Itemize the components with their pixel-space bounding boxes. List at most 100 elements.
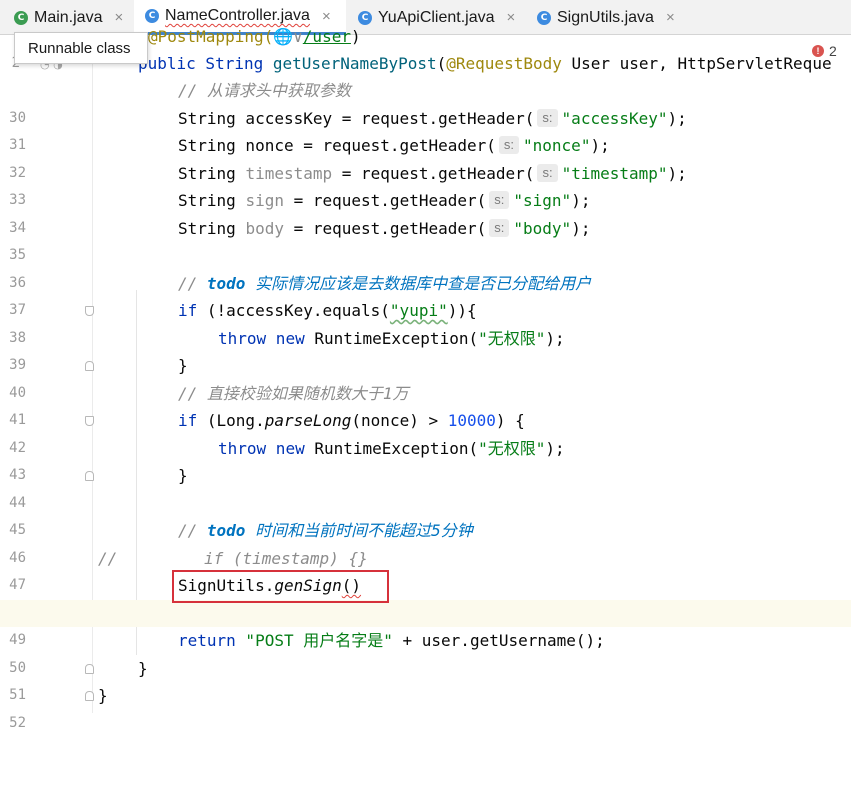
todo-keyword: todo — [206, 521, 246, 540]
problems-count: 2 — [829, 43, 837, 59]
code-token: String nonce = request.getHeader( — [178, 136, 496, 155]
string-token: /user — [302, 27, 351, 46]
code-token: = request.getHeader( — [283, 218, 487, 238]
method-name: getUserNameByPost — [272, 54, 437, 73]
code-token: ( — [436, 54, 447, 73]
code-line[interactable]: 33 String timestamp = request.getHeader(… — [0, 160, 851, 208]
code-line[interactable]: 43 throw new RuntimeException("无权限"); — [0, 435, 851, 484]
unused-variable: timestamp — [245, 163, 333, 183]
code-line[interactable]: 44 } — [0, 462, 851, 511]
fold-icon[interactable] — [85, 691, 94, 701]
code-line[interactable]: 52 } — [0, 682, 851, 731]
code-token: String accessKey = request.getHeader( — [178, 108, 535, 128]
keyword-token: new — [266, 328, 305, 348]
tooltip-text: Runnable class — [28, 39, 131, 57]
static-method: parseLong — [264, 411, 352, 430]
code-text: String timestamp = request.getHeader(s: "… — [178, 160, 687, 188]
code-line[interactable]: 32 String nonce = request.getHeader(s: "n… — [0, 132, 851, 181]
code-line[interactable]: 48 SignUtils.genSign() — [0, 572, 851, 621]
highlight-box — [172, 570, 389, 603]
code-token: )){ — [447, 301, 477, 320]
code-line[interactable]: 41 // 直接校验如果随机数大于1万 — [0, 380, 851, 429]
code-text: if (!accessKey.equals("yupi")){ — [178, 297, 477, 325]
closing-brace: } — [98, 686, 108, 705]
comment: // 直接校验如果随机数大于1万 — [178, 383, 409, 403]
parameter-hint: s: — [537, 163, 558, 182]
code-token: ); — [545, 438, 565, 458]
code-token: (nonce) > — [351, 411, 448, 430]
closing-brace: } — [178, 466, 188, 485]
code-token: ) — [350, 27, 361, 46]
closing-brace: } — [138, 658, 148, 678]
code-text: public String getUserNameByPost(@Request… — [138, 50, 832, 78]
code-line[interactable]: 37 // todo 实际情况应该是去数据库中查是否已分配给用户 — [0, 270, 851, 319]
code-token: ); — [545, 328, 565, 348]
fold-icon[interactable] — [85, 663, 94, 674]
close-icon[interactable]: × — [322, 8, 331, 25]
fold-icon[interactable] — [85, 471, 94, 481]
code-text: String body = request.getHeader(s: "body"… — [178, 215, 590, 243]
code-token: String — [178, 218, 246, 238]
comment: // — [178, 521, 207, 540]
todo-text: 时间和当前时间不能超过5分钟 — [245, 521, 473, 540]
code-line[interactable]: 40 } — [0, 352, 851, 401]
code-line[interactable]: 46 // todo 时间和当前时间不能超过5分钟 — [0, 517, 851, 566]
string-token: "无权限" — [478, 328, 546, 348]
code-line[interactable]: 47 // if (timestamp) {} — [0, 545, 851, 594]
parameter-hint: s: — [489, 218, 510, 237]
code-line[interactable]: 36 — [0, 242, 851, 291]
parameter-hint: s: — [498, 136, 520, 154]
comment: // 从请求头中获取参数 — [178, 81, 351, 100]
code-token: ) { — [495, 411, 525, 430]
code-line[interactable]: 50 return "POST 用户名字是" + user.getUsernam… — [0, 627, 851, 676]
fold-icon[interactable] — [85, 361, 94, 371]
code-token: String — [178, 191, 246, 210]
code-text: String sign = request.getHeader(s: "sign"… — [178, 187, 590, 215]
code-text: throw new RuntimeException("无权限"); — [218, 325, 565, 353]
string-token: "POST 用户名字是" — [235, 631, 393, 650]
code-token: User user, HttpServletReque — [561, 54, 832, 73]
string-token: "nonce" — [523, 136, 591, 155]
code-line[interactable]: 30 // 从请求头中获取参数 — [0, 77, 851, 126]
string-token: "sign" — [513, 191, 572, 210]
code-text: throw new RuntimeException("无权限"); — [218, 435, 565, 463]
parameter-hint: s: — [489, 191, 510, 209]
line-number: 52 — [9, 714, 26, 731]
code-token: = request.getHeader( — [283, 191, 487, 210]
keyword-token: throw — [218, 328, 267, 348]
link-icon: 🌐∨ — [273, 27, 303, 46]
fold-icon[interactable] — [85, 416, 94, 426]
number-token: 10000 — [447, 411, 496, 430]
string-token: "accessKey" — [561, 108, 668, 128]
code-text: String accessKey = request.getHeader(s: "… — [178, 105, 687, 133]
code-line-current[interactable]: 49 — [0, 599, 851, 648]
todo-keyword: todo — [206, 273, 246, 293]
code-token: String — [178, 163, 246, 183]
code-token: ); — [571, 191, 591, 210]
code-line[interactable]: 35 String body = request.getHeader(s: "bo… — [0, 215, 851, 263]
annotation-token: @RequestBody — [446, 54, 562, 73]
code-token: + user.getUsername(); — [392, 631, 605, 650]
code-text: return "POST 用户名字是" + user.getUsername()… — [178, 627, 605, 655]
code-text: @PostMapping(🌐∨/user) — [148, 23, 361, 51]
code-text: String nonce = request.getHeader(s: "nonc… — [178, 132, 610, 160]
string-token: "yupi" — [389, 301, 448, 320]
code-line[interactable]: 42 if (Long.parseLong(nonce) > 10000) { — [0, 407, 851, 456]
code-token: ); — [667, 108, 687, 128]
fold-icon[interactable] — [85, 306, 94, 316]
parameter-hint: s: — [537, 108, 558, 127]
string-token: "无权限" — [478, 438, 546, 458]
code-line[interactable]: 45 — [0, 490, 851, 538]
code-line[interactable]: 38 if (!accessKey.equals("yupi")){ — [0, 297, 851, 346]
unused-variable: body — [245, 218, 284, 238]
code-token: RuntimeException( — [304, 438, 479, 458]
code-line[interactable]: 31 String accessKey = request.getHeader(… — [0, 105, 851, 153]
keyword-token: throw — [218, 438, 267, 458]
code-line[interactable]: 51 } — [0, 655, 851, 704]
annotation-token: @PostMapping( — [148, 27, 274, 46]
code-line[interactable]: 34 String sign = request.getHeader(s: "si… — [0, 187, 851, 236]
keyword-token: return — [178, 631, 236, 650]
code-line[interactable]: 39 throw new RuntimeException("无权限"); — [0, 325, 851, 374]
problems-indicator[interactable]: ! 2 — [812, 43, 837, 59]
string-token: "body" — [513, 218, 572, 238]
